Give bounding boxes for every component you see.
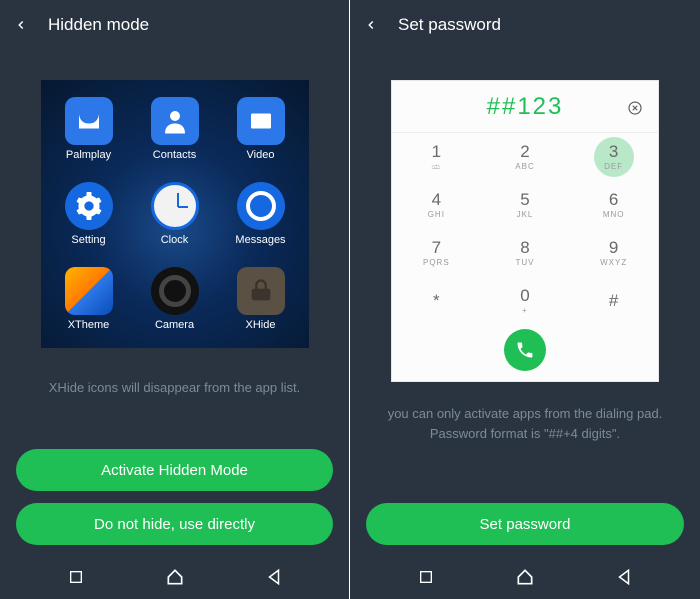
page-title: Hidden mode [48,15,149,35]
app-label: Messages [235,234,285,246]
dial-key-star[interactable]: * [392,277,481,325]
app-xtheme[interactable]: XTheme [47,257,131,340]
key-sub: ಯ [432,162,442,172]
page-title: Set password [398,15,501,35]
header: Set password [350,0,700,50]
dial-key-2[interactable]: 2 ABC [481,133,570,181]
nav-recent-icon[interactable] [416,567,436,587]
app-palmplay[interactable]: Palmplay [47,88,131,171]
content: Palmplay Contacts Video Setting [0,50,349,555]
key-num: 1 [432,143,441,160]
app-video[interactable]: Video [219,88,303,171]
contacts-icon [151,97,199,145]
button-group: Activate Hidden Mode Do not hide, use di… [0,449,349,555]
key-num: 8 [520,239,529,256]
key-num: 0 [520,287,529,304]
dial-keys: 1ಯ 2ABC 3DEF 4GHI 5JKL 6MNO 7PQRS 8TUV 9… [392,133,658,325]
dial-key-7[interactable]: 7 PQRS [392,229,481,277]
xtheme-icon [65,267,113,315]
dial-key-0[interactable]: 0+ [481,277,570,325]
key-sub: DEF [604,162,623,171]
xhide-icon [237,267,285,315]
dial-key-6[interactable]: 6 MNO [569,181,658,229]
key-num: 2 [520,143,529,160]
back-button[interactable] [362,16,380,34]
app-label: Contacts [153,149,196,161]
hint-text: XHide icons will disappear from the app … [29,378,320,398]
key-sub: WXYZ [600,258,627,267]
app-xhide[interactable]: XHide [219,257,303,340]
nav-back-icon[interactable] [264,567,284,587]
app-messages[interactable]: Messages [219,173,303,256]
back-button[interactable] [12,16,30,34]
setting-icon [65,182,113,230]
key-sub: ABC [515,162,534,171]
content: ##123 1ಯ 2ABC 3DEF 4GHI 5JKL 6MNO 7PQRS … [350,50,700,555]
dial-key-8[interactable]: 8 TUV [481,229,570,277]
call-button[interactable] [504,329,546,371]
nav-bar [0,555,349,599]
app-setting[interactable]: Setting [47,173,131,256]
dial-pad: ##123 1ಯ 2ABC 3DEF 4GHI 5JKL 6MNO 7PQRS … [391,80,659,382]
app-label: XHide [246,319,276,331]
app-label: Palmplay [66,149,111,161]
video-icon [237,97,285,145]
dial-key-3[interactable]: 3 DEF [569,133,658,181]
dial-key-9[interactable]: 9 WXYZ [569,229,658,277]
dial-key-1[interactable]: 1ಯ [392,133,481,181]
call-row [392,325,658,381]
dial-key-5[interactable]: 5 JKL [481,181,570,229]
button-group: Set password [350,503,700,555]
key-num: * [433,292,440,309]
key-sub: GHI [428,210,445,219]
app-contacts[interactable]: Contacts [133,88,217,171]
app-clock[interactable]: Clock [133,173,217,256]
key-sub: + [522,306,528,315]
activate-hidden-mode-button[interactable]: Activate Hidden Mode [16,449,333,491]
app-label: Camera [155,319,194,331]
hint-text: you can only activate apps from the dial… [350,404,700,443]
screen-hidden-mode: Hidden mode Palmplay Contacts Video [0,0,350,599]
nav-home-icon[interactable] [165,567,185,587]
app-label: Video [247,149,275,161]
key-num: 3 [609,143,618,160]
key-num: 4 [432,191,441,208]
key-num: 7 [432,239,441,256]
key-num: # [609,292,618,309]
key-num: 6 [609,191,618,208]
screen-set-password: Set password ##123 1ಯ 2ABC 3DEF 4GHI 5JK… [350,0,700,599]
clock-icon [151,182,199,230]
app-camera[interactable]: Camera [133,257,217,340]
messages-icon [237,182,285,230]
app-label: XTheme [68,319,110,331]
backspace-button[interactable] [626,99,644,117]
set-password-button[interactable]: Set password [366,503,684,545]
header: Hidden mode [0,0,349,50]
dial-key-4[interactable]: 4 GHI [392,181,481,229]
nav-bar [350,555,700,599]
nav-recent-icon[interactable] [66,567,86,587]
key-num: 9 [609,239,618,256]
dial-entered-value: ##123 [487,93,564,121]
camera-icon [151,267,199,315]
app-grid: Palmplay Contacts Video Setting [41,80,309,348]
key-sub: MNO [603,210,625,219]
app-label: Clock [161,234,189,246]
app-label: Setting [71,234,105,246]
key-sub: JKL [517,210,534,219]
key-num: 5 [520,191,529,208]
do-not-hide-button[interactable]: Do not hide, use directly [16,503,333,545]
dial-key-hash[interactable]: # [569,277,658,325]
nav-home-icon[interactable] [515,567,535,587]
key-sub: PQRS [423,258,450,267]
palmplay-icon [65,97,113,145]
key-sub: TUV [515,258,534,267]
nav-back-icon[interactable] [614,567,634,587]
dial-display: ##123 [392,81,658,133]
